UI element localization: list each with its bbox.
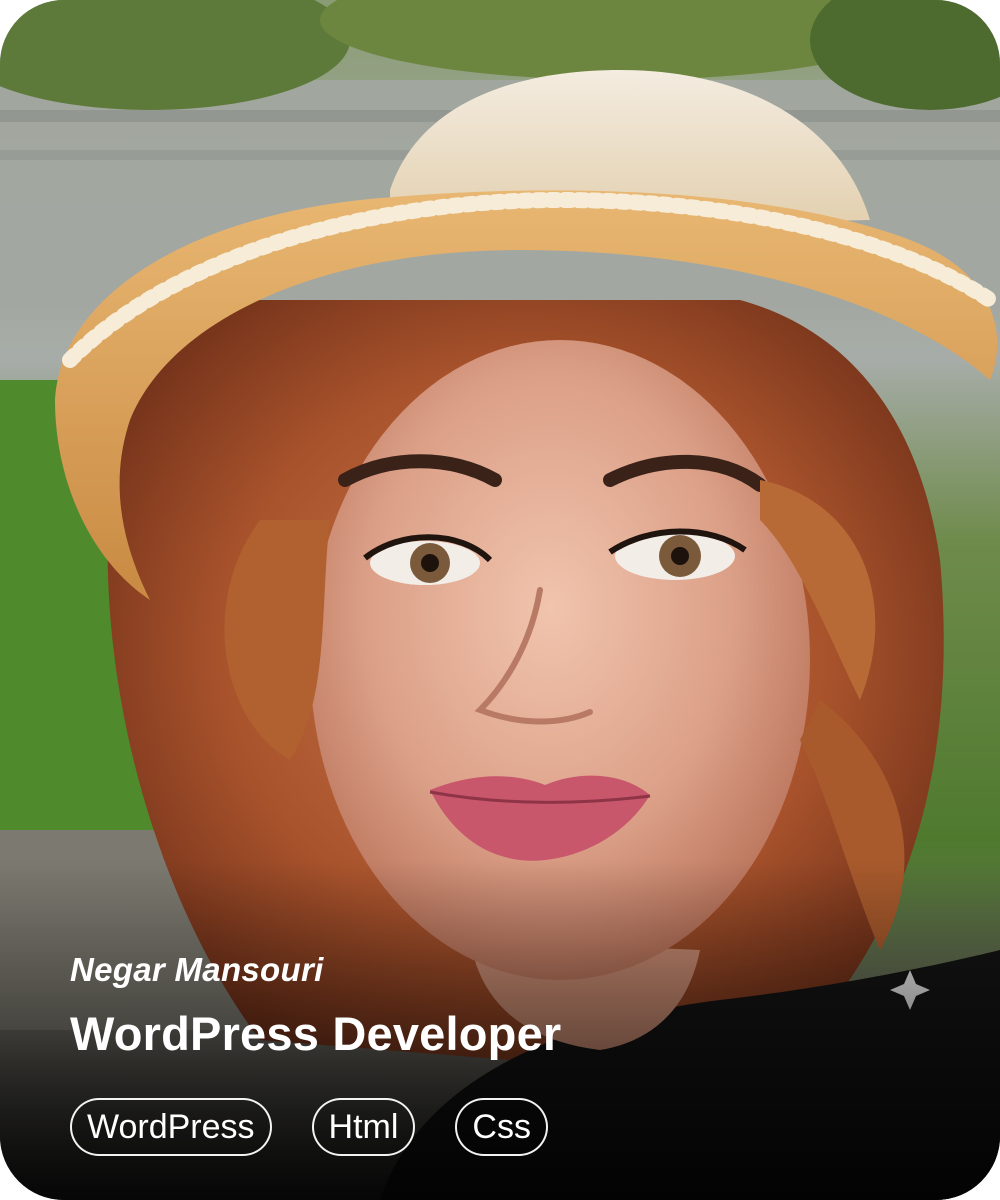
tag-css[interactable]: Css <box>455 1098 548 1156</box>
profile-name: Negar Mansouri <box>70 951 324 988</box>
profile-caption: Negar Mansouri WordPress Developer <box>70 948 561 1062</box>
profile-card: Negar Mansouri WordPress Developer WordP… <box>0 0 1000 1200</box>
skill-tags: WordPress Html Css <box>70 1098 548 1156</box>
tag-wordpress[interactable]: WordPress <box>70 1098 272 1156</box>
tag-html[interactable]: Html <box>311 1098 416 1156</box>
profile-role: WordPress Developer <box>70 1007 562 1060</box>
